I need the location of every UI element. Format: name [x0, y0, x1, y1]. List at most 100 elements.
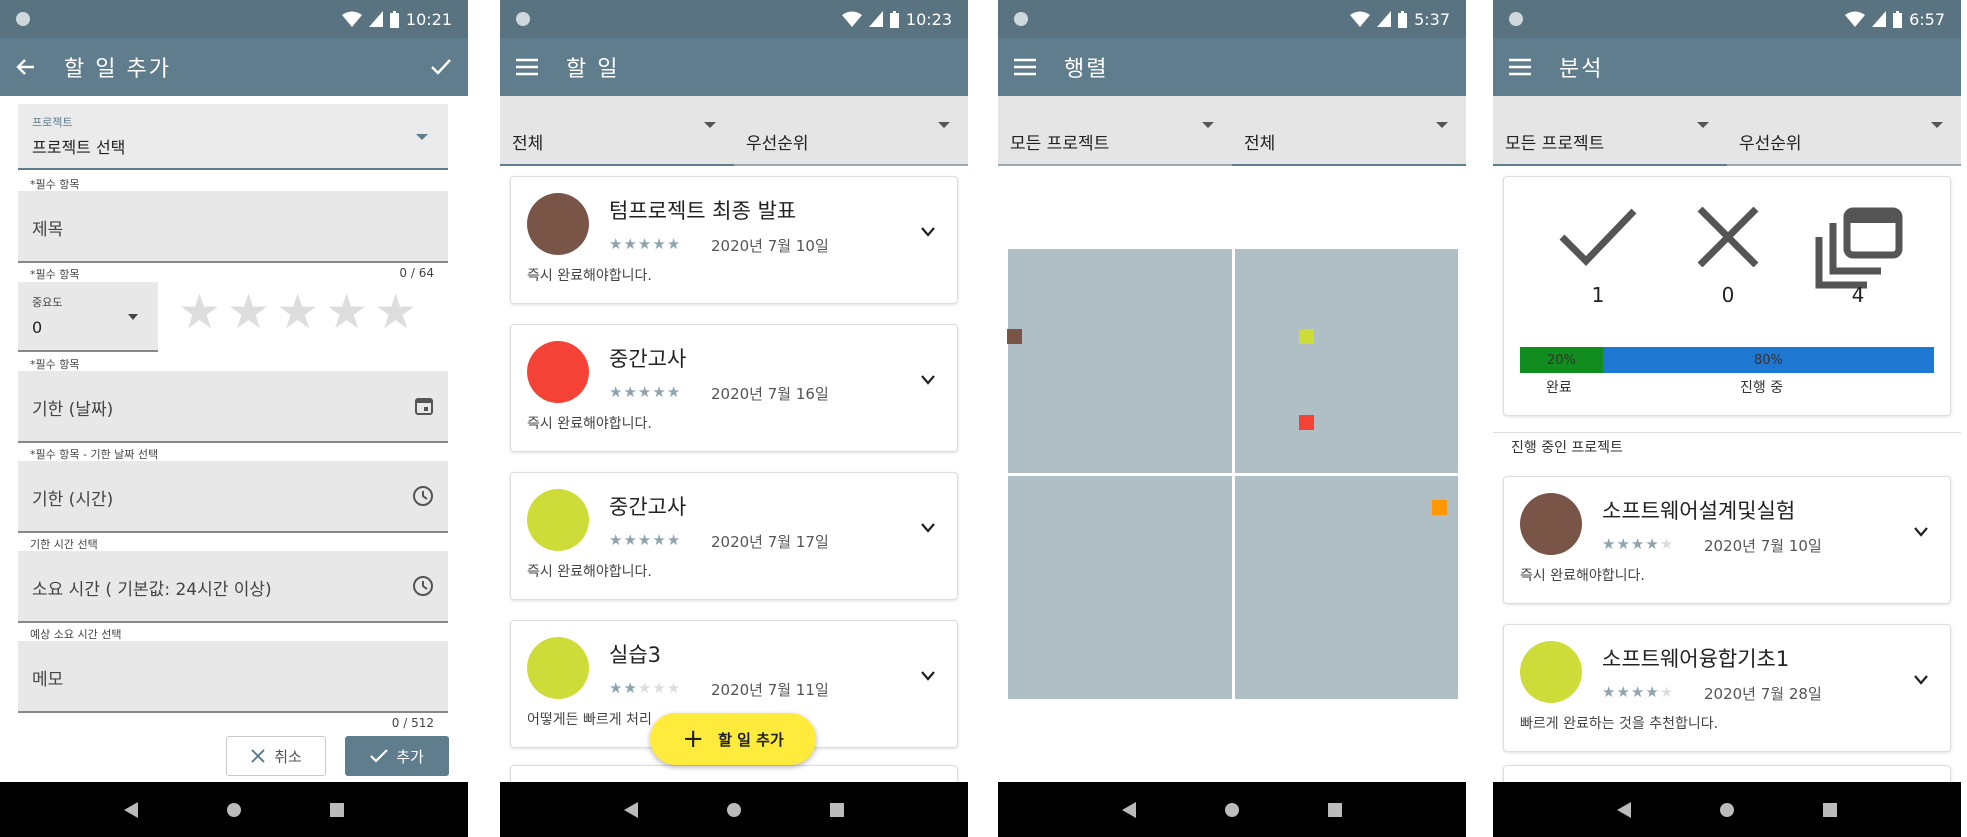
nav-home-icon[interactable] — [1224, 802, 1240, 818]
nav-back-icon[interactable] — [124, 801, 138, 818]
star-icon[interactable]: ★ — [276, 288, 319, 336]
nav-recents-icon[interactable] — [830, 802, 844, 817]
list-item[interactable]: 텀프로젝트 최종 발표 ★★★★★ 2020년 7월 10일 즉시 완료해야합니다. — [510, 176, 958, 304]
chevron-down-icon — [1202, 122, 1214, 128]
task-point[interactable] — [1299, 415, 1314, 430]
nav-recents-icon[interactable] — [1823, 802, 1837, 817]
priority-color-indicator — [527, 637, 589, 699]
star-icon: ★ — [1645, 535, 1660, 553]
priority-color-indicator — [1520, 641, 1582, 703]
sort-dropdown[interactable]: 우선순위 — [734, 96, 968, 166]
star-icon: ★ — [623, 679, 638, 697]
project-helper: *필수 항목 — [30, 178, 80, 191]
sort-dropdown[interactable]: 우선순위 — [1727, 96, 1961, 166]
close-icon — [251, 749, 265, 763]
confirm-check-icon[interactable] — [430, 58, 452, 76]
chevron-down-icon[interactable] — [921, 375, 935, 385]
task-point[interactable] — [1432, 500, 1447, 515]
status-bar: 10:23 — [500, 0, 968, 38]
nav-back-icon[interactable] — [1617, 801, 1631, 818]
star-icon: ★ — [637, 679, 653, 697]
star-icon: ★ — [652, 235, 667, 253]
calendar-icon[interactable] — [414, 396, 434, 416]
priority-matrix — [1007, 249, 1458, 699]
status-bar: 10:21 — [0, 0, 468, 38]
clock-icon[interactable] — [412, 575, 434, 597]
star-icon: ★ — [1645, 683, 1660, 701]
status-time: 6:57 — [1909, 9, 1945, 29]
menu-icon[interactable] — [1509, 58, 1531, 76]
list-item[interactable]: 중간고사 ★★★★★ 2020년 7월 17일 즉시 완료해야합니다. — [510, 472, 958, 600]
deadline-time-helper: 기한 시간 선택 — [30, 538, 98, 551]
add-task-fab[interactable]: + 할 일 추가 — [650, 713, 816, 765]
nav-home-icon[interactable] — [226, 802, 242, 818]
star-icon: ★ — [1616, 683, 1631, 701]
add-button[interactable]: 추가 — [345, 736, 449, 776]
status-filter-value: 전체 — [1244, 134, 1276, 154]
notification-dot-icon — [1014, 12, 1028, 26]
title-counter: 0 / 64 — [399, 266, 434, 280]
star-icon: ★ — [623, 531, 638, 549]
project-dropdown[interactable]: 프로젝트 프로젝트 선택 — [18, 104, 448, 170]
item-title: 실습3 — [609, 643, 662, 667]
duration-field[interactable]: 소요 시간 ( 기본값: 24시간 이상) — [18, 551, 448, 623]
importance-stars[interactable]: ★ ★ ★ ★ ★ — [178, 288, 417, 336]
list-item[interactable]: 소프트웨어설계및실험 ★★★★★ 2020년 7월 10일 즉시 완료해야합니다. — [1503, 476, 1951, 604]
menu-icon[interactable] — [516, 58, 538, 76]
chevron-down-icon[interactable] — [921, 671, 935, 681]
item-note: 어떻게든 빠르게 처리 — [527, 712, 652, 728]
status-filter-dropdown[interactable]: 전체 — [500, 96, 734, 166]
list-item[interactable]: 중간고사 ★★★★★ 2020년 7월 16일 즉시 완료해야합니다. — [510, 324, 958, 452]
item-date: 2020년 7월 28일 — [1704, 685, 1822, 703]
star-icon[interactable]: ★ — [227, 288, 270, 336]
list-item[interactable]: 소프트웨어융합기초1 ★★★★★ 2020년 7월 28일 빠르게 완료하는 것을 추… — [1503, 624, 1951, 752]
title-placeholder: 제목 — [32, 220, 64, 240]
nav-back-icon[interactable] — [624, 801, 638, 818]
status-filter-dropdown[interactable]: 전체 — [1232, 96, 1466, 166]
clock-icon[interactable] — [412, 485, 434, 507]
chevron-down-icon[interactable] — [921, 523, 935, 533]
status-bar: 5:37 — [998, 0, 1466, 38]
star-icon[interactable]: ★ — [374, 288, 417, 336]
menu-icon[interactable] — [1014, 58, 1036, 76]
deadline-time-field[interactable]: 기한 (시간) — [18, 461, 448, 533]
priority-color-indicator — [527, 489, 589, 551]
task-point[interactable] — [1299, 329, 1314, 344]
deadline-date-field[interactable]: 기한 (날짜) — [18, 371, 448, 443]
task-point[interactable] — [1007, 329, 1022, 344]
item-note: 즉시 완료해야합니다. — [527, 268, 652, 284]
chevron-down-icon — [704, 122, 716, 128]
chevron-down-icon[interactable] — [921, 227, 935, 237]
item-date: 2020년 7월 16일 — [711, 385, 829, 403]
screen-task-list: 10:23 할 일 전체 우선순위 텀프로젝트 최종 발표 ★★★★★ 2020년 … — [500, 0, 968, 837]
wifi-icon — [1350, 11, 1371, 27]
back-arrow-icon[interactable] — [16, 57, 36, 77]
add-label: 추가 — [396, 747, 424, 766]
nav-recents-icon[interactable] — [330, 802, 344, 817]
chevron-down-icon[interactable] — [1914, 527, 1928, 537]
duration-helper: 예상 소요 시간 선택 — [30, 628, 122, 641]
nav-home-icon[interactable] — [726, 802, 742, 818]
project-filter-dropdown[interactable]: 모든 프로젝트 — [998, 96, 1232, 166]
project-filter-value: 모든 프로젝트 — [1505, 134, 1605, 154]
cancel-button[interactable]: 취소 — [226, 736, 326, 776]
title-field[interactable]: 제목 — [18, 191, 448, 263]
app-bar: 할 일 추가 — [0, 38, 468, 96]
nav-home-icon[interactable] — [1719, 802, 1735, 818]
memo-field[interactable]: 메모 — [18, 641, 448, 713]
chevron-down-icon[interactable] — [1914, 675, 1928, 685]
star-icon: ★ — [1616, 535, 1631, 553]
item-title: 소프트웨어융합기초1 — [1602, 647, 1790, 671]
nav-back-icon[interactable] — [1122, 801, 1136, 818]
sort-value: 우선순위 — [746, 134, 809, 154]
project-filter-value: 모든 프로젝트 — [1010, 134, 1110, 154]
star-icon[interactable]: ★ — [325, 288, 368, 336]
project-filter-dropdown[interactable]: 모든 프로젝트 — [1493, 96, 1727, 166]
nav-recents-icon[interactable] — [1328, 802, 1342, 817]
screen-matrix: 5:37 행렬 모든 프로젝트 전체 — [998, 0, 1466, 837]
importance-dropdown[interactable]: 중요도 0 — [18, 282, 158, 352]
star-icon[interactable]: ★ — [178, 288, 221, 336]
failed-count: 0 — [1721, 283, 1735, 307]
item-title: 중간고사 — [609, 495, 687, 519]
sort-value: 우선순위 — [1739, 134, 1802, 154]
